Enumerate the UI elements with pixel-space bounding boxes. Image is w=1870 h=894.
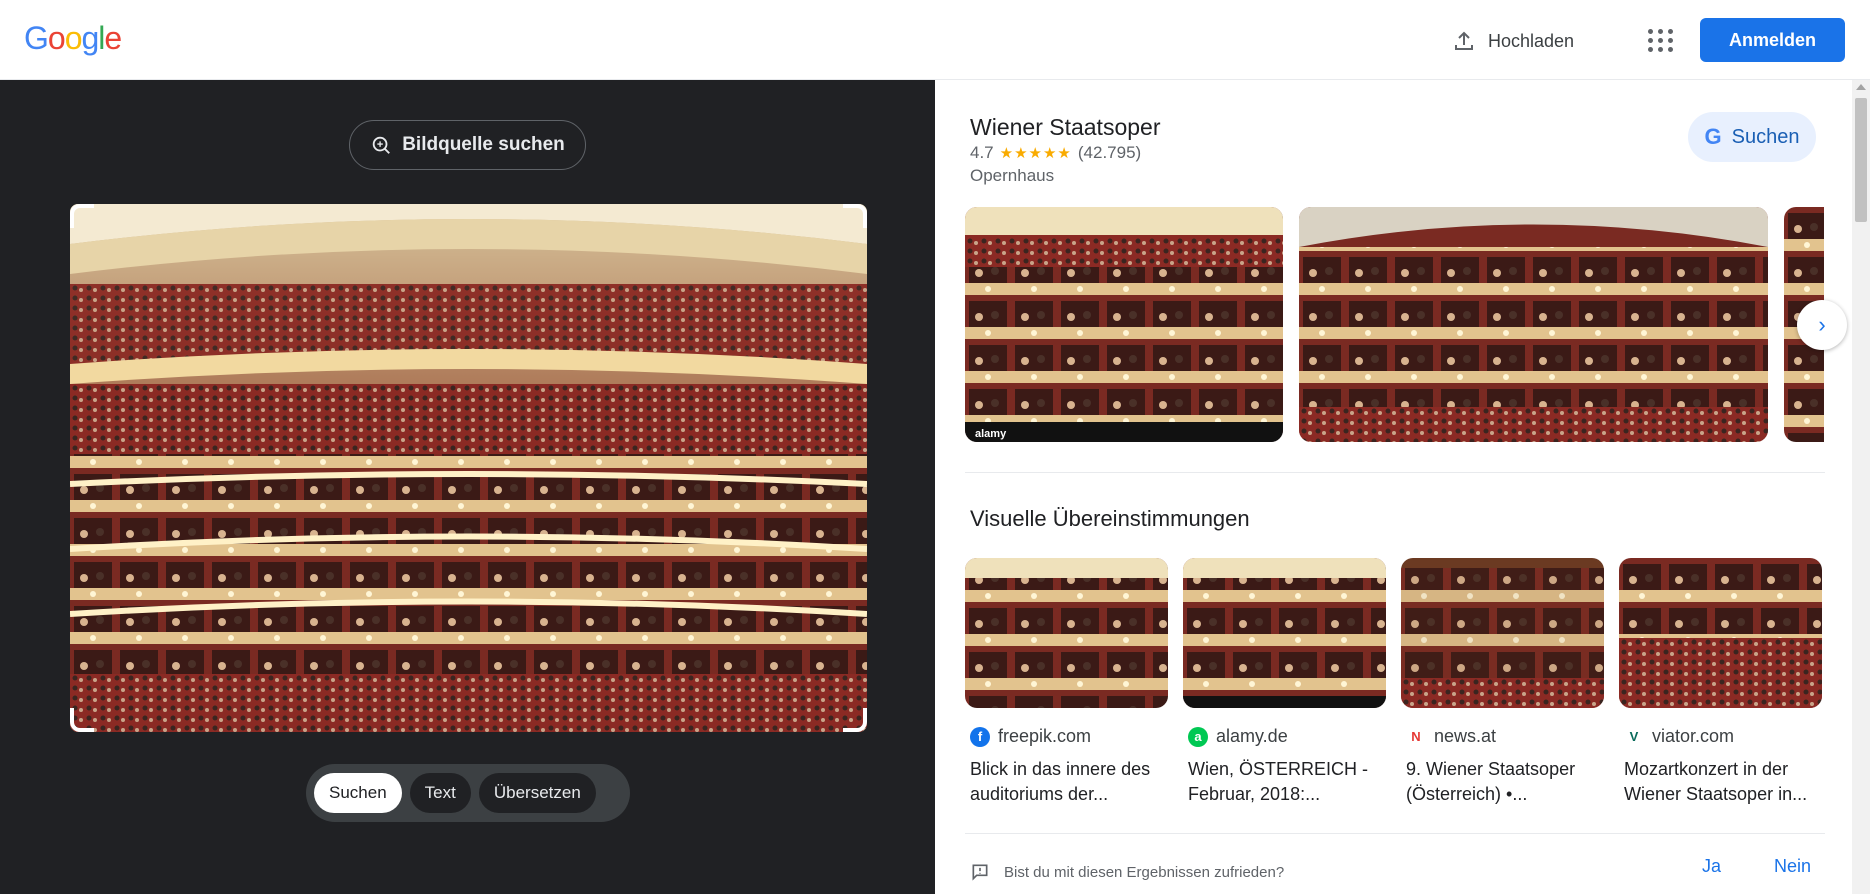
apps-grid-icon[interactable] — [1645, 26, 1673, 54]
find-image-source-label: Bildquelle suchen — [402, 134, 565, 155]
crop-handle-bottom-left[interactable] — [70, 708, 94, 732]
place-image-1[interactable]: alamy — [965, 207, 1283, 442]
mode-text[interactable]: Text — [409, 773, 471, 813]
rating-value: 4.7 — [970, 143, 994, 162]
scroll-thumb[interactable] — [1855, 98, 1867, 222]
desc-line: Wiener Staatsoper in... — [1624, 784, 1808, 804]
source-domain: alamy.de — [1216, 726, 1288, 746]
freepik-favicon-icon: f — [970, 726, 990, 747]
chevron-right-icon: › — [1818, 312, 1826, 337]
match-description[interactable]: Blick in das innere des auditoriums der.… — [965, 757, 1168, 807]
desc-line: Mozartkonzert in der — [1624, 759, 1789, 779]
source-domain: news.at — [1434, 726, 1497, 746]
google-search-button[interactable]: G Suchen — [1688, 112, 1816, 162]
crop-handle-bottom-right[interactable] — [843, 708, 867, 732]
place-image-2[interactable] — [1299, 207, 1768, 442]
place-rating: 4.7 ★★★★★ (42.795) — [970, 143, 1141, 163]
desc-line: auditoriums der... — [970, 784, 1109, 804]
mode-switcher: Suchen Text Übersetzen — [306, 764, 630, 822]
news-favicon-icon: N — [1406, 726, 1426, 747]
match-source[interactable]: N news.at — [1401, 726, 1604, 747]
match-source[interactable]: a alamy.de — [1183, 726, 1386, 747]
match-description[interactable]: Wien, ÖSTERREICH - Februar, 2018:... — [1183, 757, 1386, 807]
logo-letter: G — [24, 20, 49, 56]
logo-letter: o — [47, 20, 66, 56]
desc-line: Blick in das innere des — [970, 759, 1151, 779]
place-type: Opernhaus — [970, 166, 1055, 185]
scroll-up-icon[interactable] — [1856, 84, 1866, 90]
match-description[interactable]: 9. Wiener Staatsoper (Österreich) •... — [1401, 757, 1604, 807]
source-domain: viator.com — [1652, 726, 1735, 746]
desc-line: Wien, ÖSTERREICH - — [1188, 759, 1369, 779]
upload-label: Hochladen — [1488, 30, 1575, 51]
crop-handle-top-right[interactable] — [843, 204, 867, 228]
uploaded-image — [70, 204, 867, 732]
feedback-icon — [972, 864, 988, 881]
mode-translate[interactable]: Übersetzen — [478, 773, 596, 813]
results-panel: Wiener Staatsoper 4.7 ★★★★★ (42.795) Ope… — [935, 80, 1852, 894]
signin-button[interactable]: Anmelden — [1700, 18, 1845, 62]
desc-line: 9. Wiener Staatsoper — [1406, 759, 1576, 779]
upload-icon — [1455, 31, 1473, 50]
section-divider — [965, 472, 1825, 473]
logo-letter: o — [64, 20, 83, 56]
top-bar: Google Hochladen Anmelden — [0, 0, 1870, 80]
feedback-no-button[interactable]: Nein — [1774, 856, 1811, 877]
scrollbar[interactable] — [1852, 80, 1870, 894]
visual-matches-heading: Visuelle Übereinstimmungen — [970, 506, 1250, 531]
match-description[interactable]: Mozartkonzert in der Wiener Staatsoper i… — [1619, 757, 1822, 807]
google-g-icon: G — [1704, 124, 1722, 149]
alamy-watermark: alamy — [975, 428, 1007, 440]
find-image-source-button[interactable]: Bildquelle suchen — [349, 120, 586, 170]
rating-stars-icon: ★★★★★ — [999, 145, 1072, 162]
feedback-yes-button[interactable]: Ja — [1702, 856, 1721, 877]
alamy-favicon-icon: a — [1188, 726, 1208, 747]
viator-favicon-icon: V — [1624, 726, 1644, 747]
desc-line: Februar, 2018:... — [1188, 784, 1321, 804]
match-thumbnail[interactable] — [1183, 558, 1386, 708]
source-domain: freepik.com — [998, 726, 1092, 746]
logo-letter: g — [81, 20, 99, 56]
image-viewer-panel: Bildquelle suchen Suchen Text Übersetzen — [0, 80, 935, 894]
review-count[interactable]: (42.795) — [1078, 143, 1141, 163]
carousel-next-button[interactable]: › — [1797, 300, 1847, 350]
match-thumbnail[interactable] — [1619, 558, 1822, 708]
visual-match-card[interactable]: V viator.com Mozartkonzert in der Wiener… — [1619, 558, 1822, 807]
image-search-icon — [372, 136, 391, 154]
match-source[interactable]: V viator.com — [1619, 726, 1822, 747]
visual-match-card[interactable]: f freepik.com Blick in das innere des au… — [965, 558, 1168, 807]
visual-match-card[interactable]: N news.at 9. Wiener Staatsoper (Österrei… — [1401, 558, 1604, 807]
crop-handle-top-left[interactable] — [70, 204, 94, 228]
logo-letter: e — [104, 20, 122, 56]
google-search-label: Suchen — [1731, 125, 1800, 148]
google-logo[interactable]: Google — [24, 20, 122, 57]
feedback-question: Bist du mit diesen Ergebnissen zufrieden… — [1004, 863, 1285, 881]
section-divider — [965, 833, 1825, 834]
match-thumbnail[interactable] — [965, 558, 1168, 708]
match-source[interactable]: f freepik.com — [965, 726, 1168, 747]
mode-search[interactable]: Suchen — [314, 773, 402, 813]
desc-line: (Österreich) •... — [1406, 784, 1528, 804]
visual-match-card[interactable]: a alamy.de Wien, ÖSTERREICH - Februar, 2… — [1183, 558, 1386, 807]
feedback-prompt: Bist du mit diesen Ergebnissen zufrieden… — [970, 862, 1284, 882]
match-thumbnail[interactable] — [1401, 558, 1604, 708]
place-title[interactable]: Wiener Staatsoper — [970, 114, 1160, 141]
upload-button[interactable]: Hochladen — [1452, 22, 1574, 60]
